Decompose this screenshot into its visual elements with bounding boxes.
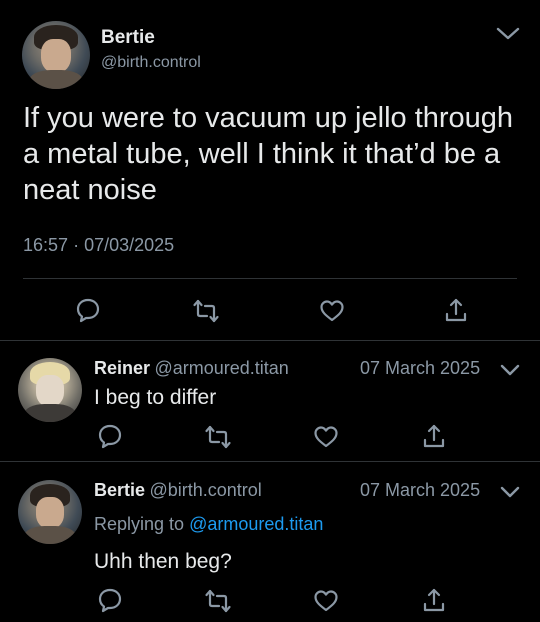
retweet-icon[interactable]	[204, 587, 232, 615]
reply-author-name[interactable]: Reiner	[94, 358, 150, 378]
tweet-time: 16:57	[23, 235, 69, 255]
reply-text: Uhh then beg?	[94, 550, 232, 573]
chevron-down-icon[interactable]	[495, 24, 521, 44]
reply-author-handle[interactable]: @armoured.titan	[154, 358, 288, 378]
meta-separator: ·	[73, 235, 80, 255]
heart-icon[interactable]	[312, 587, 340, 615]
reply-author-name[interactable]: Bertie	[94, 480, 145, 500]
avatar-reiner[interactable]	[18, 358, 82, 422]
chevron-down-icon[interactable]	[500, 484, 520, 500]
tweet-text: If you were to vacuum up jello through a…	[23, 102, 514, 206]
replying-to-link[interactable]: @armoured.titan	[189, 514, 323, 534]
heart-icon[interactable]	[312, 423, 340, 451]
share-icon[interactable]	[420, 586, 448, 614]
author-name[interactable]: Bertie	[101, 27, 155, 49]
author-handle[interactable]: @birth.control	[101, 54, 201, 72]
reply-author-handle[interactable]: @birth.control	[149, 480, 261, 500]
divider	[0, 340, 540, 341]
divider	[23, 278, 517, 279]
share-icon[interactable]	[420, 422, 448, 450]
reply-icon[interactable]	[96, 422, 124, 450]
replying-to: Replying to @armoured.titan	[94, 514, 323, 535]
reply-icon[interactable]	[96, 586, 124, 614]
tweet-date: 07/03/2025	[84, 235, 175, 255]
reply-date: 07 March 2025	[360, 358, 481, 378]
reply-date: 07 March 2025	[360, 480, 481, 500]
replying-to-prefix: Replying to	[94, 514, 185, 534]
tweet-meta: 16:57 · 07/03/2025	[23, 235, 174, 256]
heart-icon[interactable]	[318, 297, 346, 325]
retweet-icon[interactable]	[204, 423, 232, 451]
reply-header: Bertie @birth.control	[94, 480, 262, 501]
avatar-bertie[interactable]	[18, 480, 82, 544]
reply-text: I beg to differ	[94, 386, 217, 409]
avatar-bertie[interactable]	[22, 21, 90, 89]
chevron-down-icon[interactable]	[500, 362, 520, 378]
divider	[0, 461, 540, 462]
reply-header: Reiner @armoured.titan	[94, 358, 289, 379]
share-icon[interactable]	[442, 296, 470, 324]
retweet-icon[interactable]	[192, 297, 220, 325]
reply-icon[interactable]	[74, 296, 102, 324]
